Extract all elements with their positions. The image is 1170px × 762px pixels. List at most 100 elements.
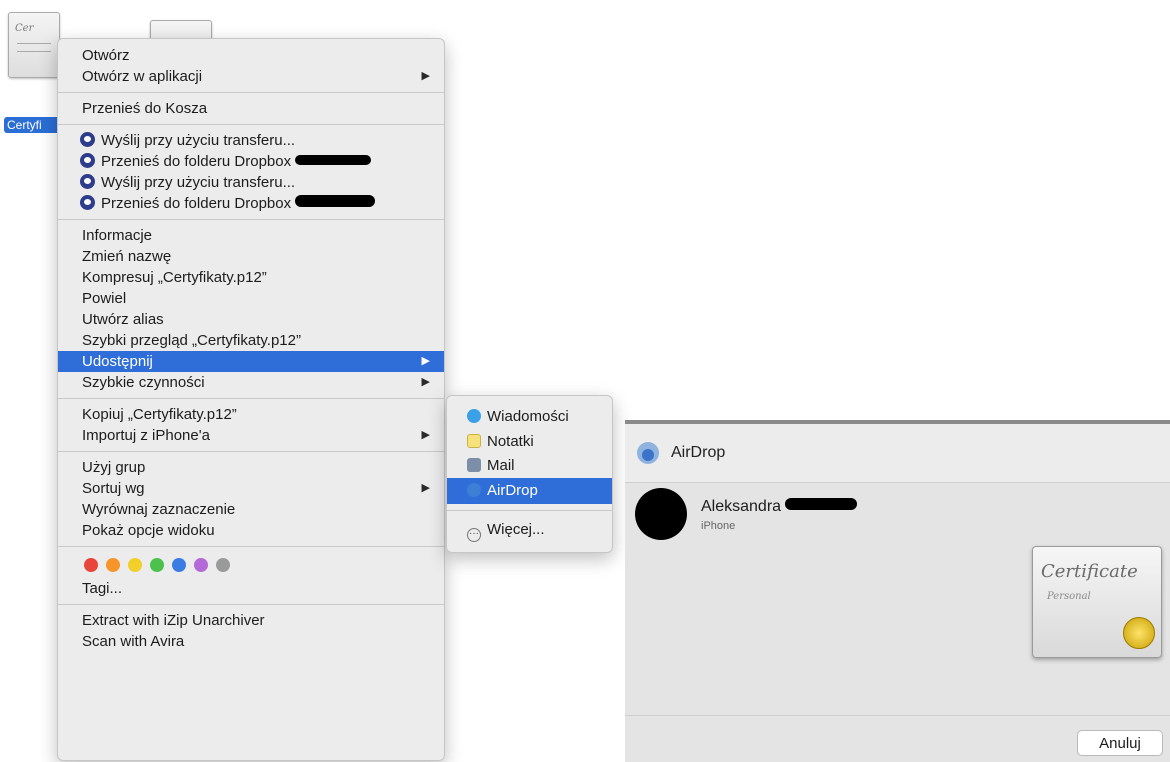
menu-item-quick-actions[interactable]: Szybkie czynności ▶	[58, 372, 444, 393]
menu-item-view-options[interactable]: Pokaż opcje widoku	[58, 520, 444, 541]
menu-separator	[58, 398, 444, 399]
redaction-mark	[295, 195, 376, 207]
share-item-label: Wiadomości	[487, 408, 569, 425]
menu-item-label: Powiel	[82, 290, 127, 307]
certificate-file-icon[interactable]: Cer	[8, 12, 60, 78]
menu-item-label: Przenieś do folderu Dropbox	[101, 195, 292, 212]
menu-item-label: Przenieś do folderu Dropbox	[101, 153, 292, 170]
menu-item-import-iphone[interactable]: Importuj z iPhone'a ▶	[58, 425, 444, 446]
submenu-arrow-icon: ▶	[421, 376, 430, 388]
menu-item-tags[interactable]: Tagi...	[58, 578, 444, 599]
airdrop-header: AirDrop	[625, 424, 1170, 483]
menu-item-label: Wyślij przy użyciu transferu...	[101, 174, 296, 191]
notes-icon	[467, 434, 481, 448]
menu-item-rename[interactable]: Zmień nazwę	[58, 246, 444, 267]
redaction-mark	[295, 155, 372, 165]
redaction-mark	[785, 498, 858, 510]
menu-item-label: Informacje	[82, 227, 153, 244]
dropbox-icon	[80, 174, 95, 189]
menu-item-label: Scan with Avira	[82, 633, 185, 650]
menu-item-label: Wyrównaj zaznaczenie	[82, 501, 236, 518]
tag-green[interactable]	[150, 558, 164, 572]
menu-item-avira[interactable]: Scan with Avira	[58, 631, 444, 652]
file-icon-script: Cer	[15, 23, 34, 34]
menu-item-label: Tagi...	[82, 580, 123, 597]
certificate-subtitle-text: Personal	[1047, 591, 1091, 602]
certificate-title-text: Certificate	[1041, 561, 1138, 582]
recipient-device: iPhone	[701, 520, 736, 532]
tag-purple[interactable]	[194, 558, 208, 572]
menu-separator	[58, 604, 444, 605]
tag-red[interactable]	[84, 558, 98, 572]
menu-item-compress[interactable]: Kompresuj „Certyfikaty.p12”	[58, 267, 444, 288]
menu-item-label: Szybkie czynności	[82, 374, 205, 391]
menu-item-label: Kompresuj „Certyfikaty.p12”	[82, 269, 267, 286]
menu-item-share[interactable]: Udostępnij ▶	[58, 351, 444, 372]
menu-item-label: Importuj z iPhone'a	[82, 427, 210, 444]
menu-item-label: Użyj grup	[82, 459, 146, 476]
menu-item-copy[interactable]: Kopiuj „Certyfikaty.p12”	[58, 404, 444, 425]
share-item-label: Notatki	[487, 433, 534, 450]
menu-item-dropbox-move[interactable]: Przenieś do folderu Dropbox	[58, 193, 444, 214]
dropbox-icon	[80, 132, 95, 147]
menu-separator	[58, 124, 444, 125]
menu-separator	[58, 92, 444, 93]
menu-item-make-alias[interactable]: Utwórz alias	[58, 309, 444, 330]
airdrop-icon	[467, 483, 481, 497]
menu-item-duplicate[interactable]: Powiel	[58, 288, 444, 309]
menu-item-label: Przenieś do Kosza	[82, 100, 208, 117]
share-item-notes[interactable]: Notatki	[447, 430, 612, 454]
airdrop-panel: AirDrop Aleksandra iPhone Certificate Pe…	[625, 420, 1170, 762]
avatar[interactable]	[635, 488, 687, 540]
file-icon-line	[17, 51, 51, 52]
menu-item-label: Sortuj wg	[82, 480, 145, 497]
menu-item-sort-by[interactable]: Sortuj wg ▶	[58, 478, 444, 499]
submenu-arrow-icon: ▶	[421, 355, 430, 367]
menu-separator	[58, 451, 444, 452]
context-menu: Otwórz Otwórz w aplikacji ▶ Przenieś do K…	[57, 38, 445, 761]
menu-item-open-with[interactable]: Otwórz w aplikacji ▶	[58, 66, 444, 87]
share-item-more[interactable]: ··· Więcej...	[447, 517, 612, 543]
menu-item-dropbox-send[interactable]: Wyślij przy użyciu transferu...	[58, 130, 444, 151]
certificate-seal-icon	[1123, 617, 1155, 649]
tag-orange[interactable]	[106, 558, 120, 572]
dropbox-icon	[80, 153, 95, 168]
submenu-arrow-icon: ▶	[421, 429, 430, 441]
messages-icon	[467, 409, 481, 423]
share-item-messages[interactable]: Wiadomości	[447, 404, 612, 430]
recipient-name[interactable]: Aleksandra	[701, 498, 858, 516]
menu-item-izip[interactable]: Extract with iZip Unarchiver	[58, 610, 444, 631]
tag-yellow[interactable]	[128, 558, 142, 572]
share-item-mail[interactable]: Mail	[447, 454, 612, 478]
menu-item-quick-look[interactable]: Szybki przegląd „Certyfikaty.p12”	[58, 330, 444, 351]
menu-item-label: Wyślij przy użyciu transferu...	[101, 132, 296, 149]
menu-item-label: Szybki przegląd „Certyfikaty.p12”	[82, 332, 301, 349]
more-icon: ···	[467, 528, 481, 542]
menu-item-use-groups[interactable]: Użyj grup	[58, 457, 444, 478]
menu-item-label: Kopiuj „Certyfikaty.p12”	[82, 406, 237, 423]
selected-file-label[interactable]: Certyfi	[4, 117, 62, 133]
certificate-file-preview: Certificate Personal	[1032, 546, 1162, 658]
menu-item-get-info[interactable]: Informacje	[58, 225, 444, 246]
airdrop-icon	[637, 442, 659, 464]
share-item-airdrop[interactable]: AirDrop	[447, 478, 612, 504]
dropbox-icon	[80, 195, 95, 210]
menu-item-label: Otwórz w aplikacji	[82, 68, 203, 85]
tag-gray[interactable]	[216, 558, 230, 572]
airdrop-footer: Anuluj	[625, 715, 1170, 762]
menu-item-label: Pokaż opcje widoku	[82, 522, 215, 539]
menu-separator	[58, 219, 444, 220]
menu-separator	[447, 510, 612, 511]
mail-icon	[467, 458, 481, 472]
recipient-name-text: Aleksandra	[701, 498, 782, 515]
menu-item-dropbox-move[interactable]: Przenieś do folderu Dropbox	[58, 151, 444, 172]
menu-item-open[interactable]: Otwórz	[58, 45, 444, 66]
share-item-label: Więcej...	[487, 521, 545, 538]
tag-blue[interactable]	[172, 558, 186, 572]
menu-item-label: Utwórz alias	[82, 311, 164, 328]
menu-item-clean-up[interactable]: Wyrównaj zaznaczenie	[58, 499, 444, 520]
menu-item-dropbox-send[interactable]: Wyślij przy użyciu transferu...	[58, 172, 444, 193]
menu-item-move-to-trash[interactable]: Przenieś do Kosza	[58, 98, 444, 119]
cancel-button[interactable]: Anuluj	[1077, 730, 1163, 756]
menu-item-label: Udostępnij	[82, 353, 153, 370]
